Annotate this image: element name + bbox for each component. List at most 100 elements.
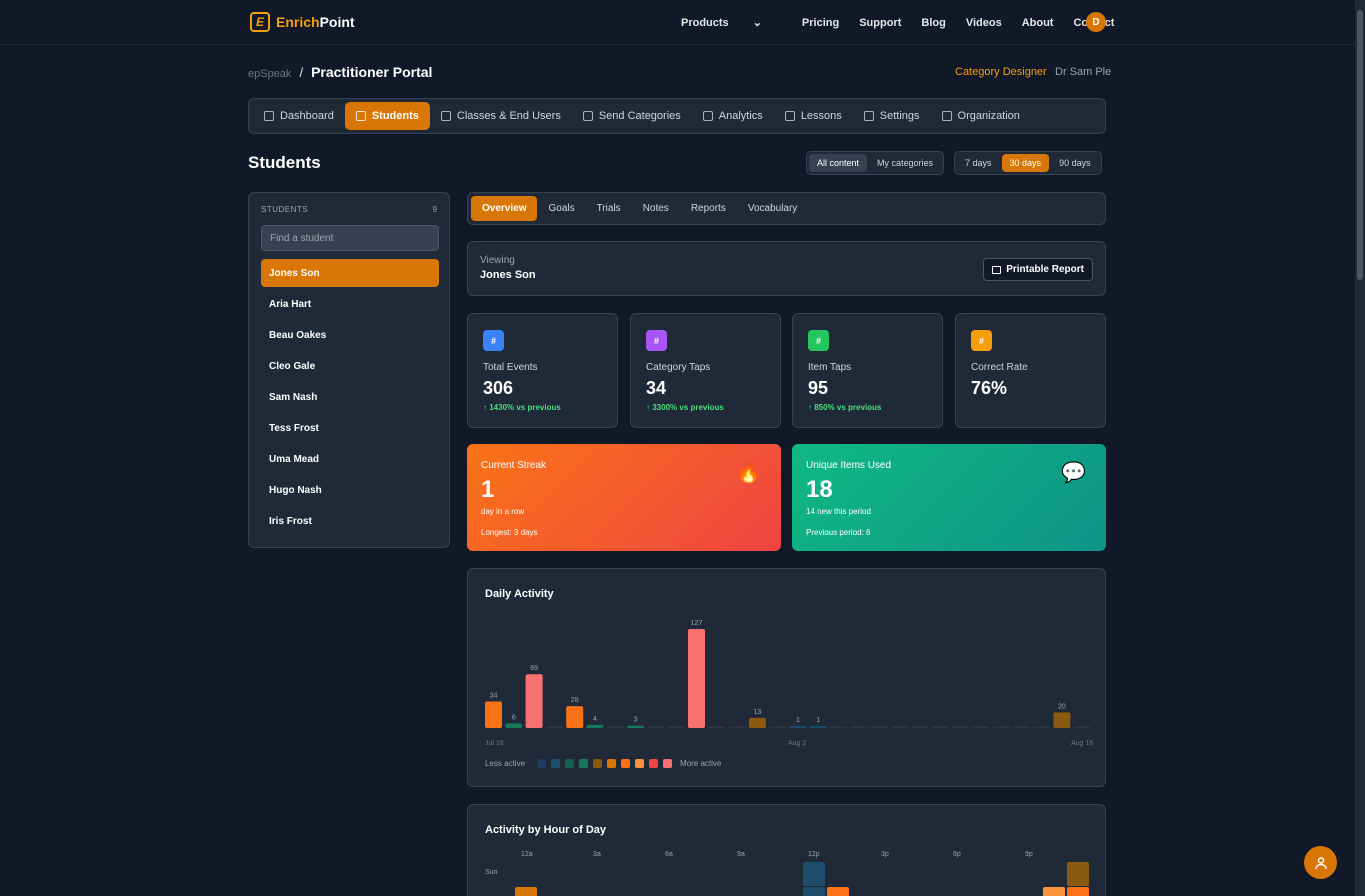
activity-bar[interactable] [809, 726, 827, 728]
activity-bar[interactable] [951, 726, 969, 729]
building-icon [941, 111, 952, 121]
subtab-reports[interactable]: Reports [680, 196, 737, 221]
activity-bar[interactable] [708, 726, 726, 729]
student-item[interactable]: Iris Frost [261, 507, 439, 535]
scroll-thumb[interactable] [1357, 10, 1363, 280]
activity-bar[interactable] [627, 725, 645, 728]
activity-bar[interactable] [830, 726, 848, 729]
legend-swatch [565, 759, 575, 768]
activity-legend: Less active More active [485, 759, 721, 768]
activity-bar[interactable] [789, 726, 807, 728]
activity-bar[interactable] [728, 726, 746, 729]
viewing-card: Viewing Jones Son Printable Report [467, 241, 1106, 296]
student-item[interactable]: Tess Frost [261, 414, 439, 442]
stat-label: Category Taps [646, 362, 711, 373]
student-item[interactable]: Uma Mead [261, 445, 439, 473]
printer-icon [992, 265, 1002, 274]
tab-organization[interactable]: Organization [931, 102, 1031, 130]
current-streak-card: Current Streak 1 day in a row Longest: 3… [467, 444, 781, 551]
subtab-trials[interactable]: Trials [586, 196, 632, 221]
activity-bar[interactable] [505, 723, 523, 728]
stat-card-correct-rate: # Correct Rate 76% [955, 313, 1106, 428]
activity-bar[interactable] [647, 726, 665, 729]
activity-bar[interactable] [606, 726, 624, 729]
student-item[interactable]: Cleo Gale [261, 352, 439, 380]
legend-less: Less active [485, 759, 526, 768]
activity-bar[interactable] [891, 726, 908, 729]
nav-about[interactable]: About [1022, 16, 1054, 29]
printable-report-button[interactable]: Printable Report [983, 258, 1093, 281]
viewing-label: Viewing [480, 255, 515, 266]
tab-analytics[interactable]: Analytics [692, 102, 774, 130]
subtab-goals[interactable]: Goals [537, 196, 585, 221]
range-7-days[interactable]: 7 days [957, 154, 1000, 172]
hourly-activity-title: Activity by Hour of Day [485, 824, 607, 836]
activity-bar[interactable] [870, 726, 888, 729]
bar-value-label: 4 [593, 716, 597, 723]
unique-items-card: Unique Items Used 18 14 new this period … [792, 444, 1106, 551]
subtab-vocabulary[interactable]: Vocabulary [737, 196, 808, 221]
activity-bar[interactable] [545, 726, 563, 729]
x-axis-start: Jul 18 [485, 740, 504, 747]
subtab-overview[interactable]: Overview [471, 196, 538, 221]
heatmap-cell [803, 862, 825, 886]
nav-support[interactable]: Support [859, 16, 901, 29]
tab-send-categories[interactable]: Send Categories [572, 102, 692, 130]
activity-bar[interactable] [525, 674, 543, 728]
filter-my-categories[interactable]: My categories [869, 154, 941, 172]
book-icon [784, 111, 795, 121]
tab-lessons[interactable]: Lessons [774, 102, 853, 130]
student-item[interactable]: Beau Oakes [261, 321, 439, 349]
subtab-notes[interactable]: Notes [632, 196, 680, 221]
heatmap-cell [803, 887, 825, 896]
student-item[interactable]: Jones Son [261, 259, 439, 287]
range-30-days[interactable]: 30 days [1001, 154, 1050, 172]
tab-settings[interactable]: Settings [853, 102, 931, 130]
tab-students[interactable]: Students [344, 102, 430, 130]
activity-bar[interactable] [850, 726, 868, 729]
activity-bar[interactable] [1033, 726, 1051, 729]
range-90-days[interactable]: 90 days [1051, 154, 1099, 172]
nav-videos[interactable]: Videos [966, 16, 1002, 29]
student-item[interactable]: Sam Nash [261, 383, 439, 411]
filter-all-content[interactable]: All content [809, 154, 868, 172]
activity-bar[interactable] [1053, 712, 1071, 728]
nav-blog[interactable]: Blog [921, 16, 945, 29]
activity-bar[interactable] [688, 629, 705, 728]
activity-bar[interactable] [1073, 726, 1091, 729]
unique-label: Unique Items Used [806, 460, 892, 471]
activity-bar[interactable] [992, 726, 1010, 729]
nav-pricing[interactable]: Pricing [802, 16, 839, 29]
avatar[interactable]: D [1086, 12, 1106, 32]
role-link[interactable]: Category Designer [955, 66, 1047, 78]
daily-activity-chart: 34 6 69 28 4 3 127 13 1 1 20 [485, 620, 1091, 729]
student-search-input[interactable] [261, 225, 439, 251]
person-icon[interactable] [1304, 846, 1337, 879]
gear-icon [863, 111, 874, 121]
student-item[interactable]: Hugo Nash [261, 476, 439, 504]
bar-value-label: 69 [530, 665, 538, 672]
activity-bar[interactable] [972, 726, 990, 729]
unique-note: Previous period: 6 [806, 528, 871, 537]
activity-bar[interactable] [586, 724, 604, 728]
student-item[interactable]: Aria Hart [261, 290, 439, 318]
hour-label: 9a [737, 851, 745, 858]
grid-icon [264, 111, 274, 121]
activity-bar[interactable] [485, 701, 502, 728]
tab-classes[interactable]: Classes & End Users [430, 102, 572, 130]
page-scrollbar[interactable] [1355, 0, 1365, 896]
activity-bar[interactable] [566, 706, 584, 728]
activity-bar[interactable] [769, 726, 787, 729]
activity-bar[interactable] [911, 726, 929, 729]
stat-value: 95 [808, 378, 829, 398]
stat-value: 306 [483, 378, 514, 398]
tab-dashboard[interactable]: Dashboard [253, 102, 345, 130]
breadcrumb-app[interactable]: epSpeak [248, 68, 291, 80]
brand-logo[interactable]: E EnrichPoint [250, 12, 355, 32]
activity-bar[interactable] [931, 726, 949, 729]
activity-bar[interactable] [1012, 726, 1030, 729]
nav-products[interactable]: Products ⌄ [681, 16, 782, 30]
x-axis-end: Aug 16 [1071, 740, 1094, 747]
activity-bar[interactable] [667, 726, 685, 729]
activity-bar[interactable] [748, 717, 766, 728]
